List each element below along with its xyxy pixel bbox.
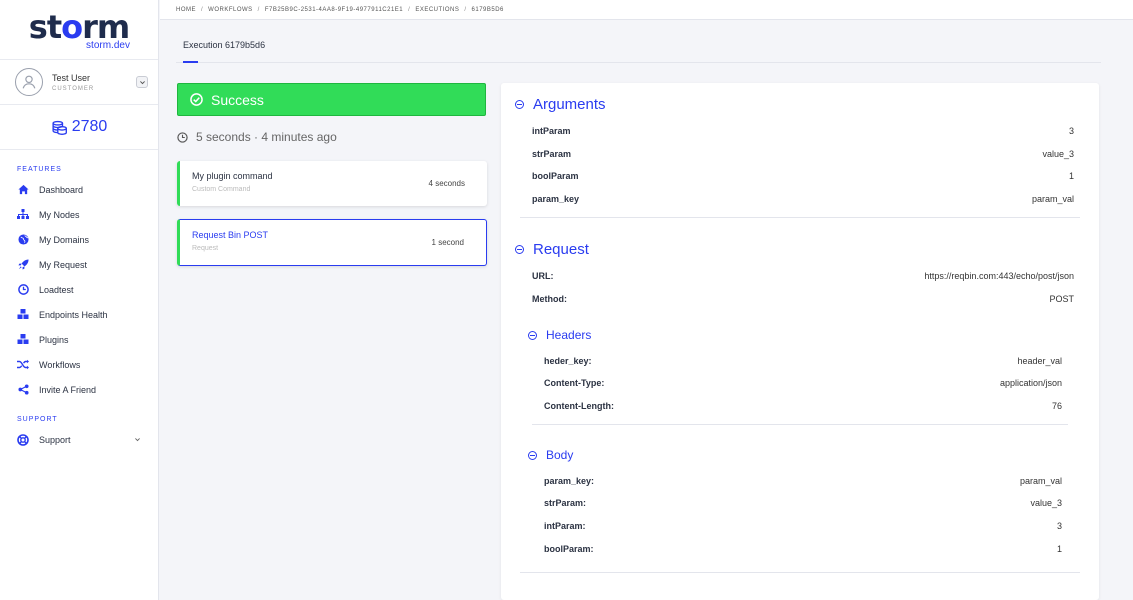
- collapse-icon: [515, 245, 524, 254]
- globe-icon: [17, 234, 29, 246]
- arguments-title: Arguments: [533, 96, 606, 113]
- step-title: My plugin command: [192, 171, 273, 181]
- body-row: boolParam: 1: [544, 544, 1062, 554]
- coins-icon: [52, 120, 67, 135]
- sidebar-item-endpoints-health[interactable]: Endpoints Health: [0, 302, 158, 327]
- header-row: heder_key: header_val: [544, 356, 1062, 366]
- request-title: Request: [533, 241, 589, 258]
- step-subtitle: Request: [192, 245, 219, 252]
- collapse-icon: [528, 330, 537, 340]
- credits-balance: 2780: [0, 105, 158, 150]
- divider: [532, 424, 1068, 425]
- support-section-label: SUPPORT: [17, 416, 58, 423]
- request-section-toggle[interactable]: Request: [515, 241, 589, 258]
- execution-duration: 5 seconds · 4 minutes ago: [177, 130, 337, 144]
- shuffle-icon: [17, 359, 29, 371]
- sidebar-item-loadtest[interactable]: Loadtest: [0, 277, 158, 302]
- tab-execution[interactable]: Execution 6179b5d6: [183, 40, 265, 50]
- sidebar-item-my-nodes[interactable]: My Nodes: [0, 202, 158, 227]
- sidebar-item-invite-a-friend[interactable]: Invite A Friend: [0, 377, 158, 402]
- check-circle-icon: [190, 93, 203, 106]
- sidebar-item-dashboard[interactable]: Dashboard: [0, 177, 158, 202]
- status-badge: Success: [177, 83, 486, 116]
- features-section-label: FEATURES: [17, 166, 62, 173]
- avatar: [15, 68, 43, 96]
- clock-icon: [177, 131, 188, 143]
- user-menu-toggle[interactable]: [136, 76, 148, 88]
- divider: [520, 572, 1080, 573]
- argument-row: boolParam 1: [532, 171, 1074, 181]
- chevron-down-icon: [134, 435, 141, 445]
- breadcrumb: HOME / WORKFLOWS / F7B25B9C-2531-4AA8-9F19…: [160, 0, 1133, 20]
- sidebar-item-support[interactable]: Support: [0, 427, 158, 452]
- headers-title: Headers: [546, 328, 592, 342]
- argument-row: strParam value_3: [532, 149, 1074, 159]
- duration-ago: · 4 minutes ago: [254, 130, 337, 144]
- body-row: param_key: param_val: [544, 476, 1062, 486]
- home-icon: [17, 184, 29, 196]
- body-row: intParam: 3: [544, 521, 1062, 531]
- user-menu[interactable]: Test User CUSTOMER: [0, 59, 158, 105]
- user-info: Test User CUSTOMER: [52, 73, 136, 92]
- collapse-icon: [528, 450, 537, 460]
- collapse-icon: [515, 100, 524, 109]
- user-name: Test User: [52, 72, 91, 83]
- tab-active-indicator: [183, 61, 198, 63]
- breadcrumb-workflows[interactable]: WORKFLOWS: [208, 7, 253, 13]
- sitemap-icon: [17, 209, 29, 221]
- status-label: Success: [211, 91, 264, 108]
- body-title: Body: [546, 448, 574, 462]
- breadcrumb-execution-id: 6179B5D6: [471, 6, 504, 13]
- step-title: Request Bin POST: [192, 230, 269, 240]
- step-detail-panel: Arguments intParam 3 strParam value_3 bool…: [501, 83, 1099, 600]
- logo[interactable]: storm storm.dev: [0, 0, 158, 58]
- arguments-section-toggle[interactable]: Arguments: [515, 96, 606, 113]
- body-section-toggle[interactable]: Body: [528, 448, 573, 462]
- request-method-row: Method: POST: [532, 294, 1074, 304]
- step-card-request-bin-post[interactable]: Request Bin POST Request 1 second: [177, 219, 487, 266]
- step-card-plugin-command[interactable]: My plugin command Custom Command 4 secon…: [177, 161, 487, 206]
- logo-subtitle: storm.dev: [86, 39, 130, 51]
- breadcrumb-home[interactable]: HOME: [176, 7, 196, 13]
- sidebar-item-my-request[interactable]: My Request: [0, 252, 158, 277]
- share-icon: [17, 384, 29, 396]
- step-subtitle: Custom Command: [192, 186, 251, 193]
- credits-value: 2780: [71, 118, 108, 135]
- header-row: Content-Type: application/json: [544, 378, 1062, 388]
- user-role: CUSTOMER: [52, 85, 95, 92]
- logo-wordmark: storm: [28, 7, 130, 46]
- argument-row: intParam 3: [532, 126, 1074, 136]
- breadcrumb-executions[interactable]: EXECUTIONS: [415, 7, 459, 13]
- header-row: Content-Length: 76: [544, 401, 1062, 411]
- sidebar: storm storm.dev Test User CUSTOMER 2780 …: [0, 0, 159, 600]
- sidebar-item-workflows[interactable]: Workflows: [0, 352, 158, 377]
- cubes-icon: [17, 334, 29, 346]
- lifebuoy-icon: [17, 433, 29, 446]
- argument-row: param_key param_val: [532, 194, 1074, 204]
- sidebar-item-plugins[interactable]: Plugins: [0, 327, 158, 352]
- step-duration: 1 second: [431, 238, 464, 247]
- rocket-icon: [17, 259, 29, 271]
- page-tabs: Execution 6179b5d6: [176, 22, 1101, 63]
- chevron-down-icon: [139, 80, 145, 84]
- divider: [520, 217, 1080, 218]
- duration-value: 5 seconds: [196, 130, 251, 144]
- main-content: HOME / WORKFLOWS / F7B25B9C-2531-4AA8-9F19…: [160, 0, 1133, 600]
- body-row: strParam: value_3: [544, 498, 1062, 508]
- breadcrumb-workflow-id[interactable]: F7B25B9C-2531-4AA8-9F19-4977911C21E1: [265, 7, 403, 13]
- user-icon: [22, 75, 36, 89]
- sidebar-item-my-domains[interactable]: My Domains: [0, 227, 158, 252]
- request-url-row: URL: https://reqbin.com:443/echo/post/jso…: [532, 271, 1074, 281]
- cubes-icon: [17, 309, 29, 321]
- clock-icon: [17, 284, 29, 296]
- headers-section-toggle[interactable]: Headers: [528, 328, 591, 342]
- step-duration: 4 seconds: [428, 179, 465, 188]
